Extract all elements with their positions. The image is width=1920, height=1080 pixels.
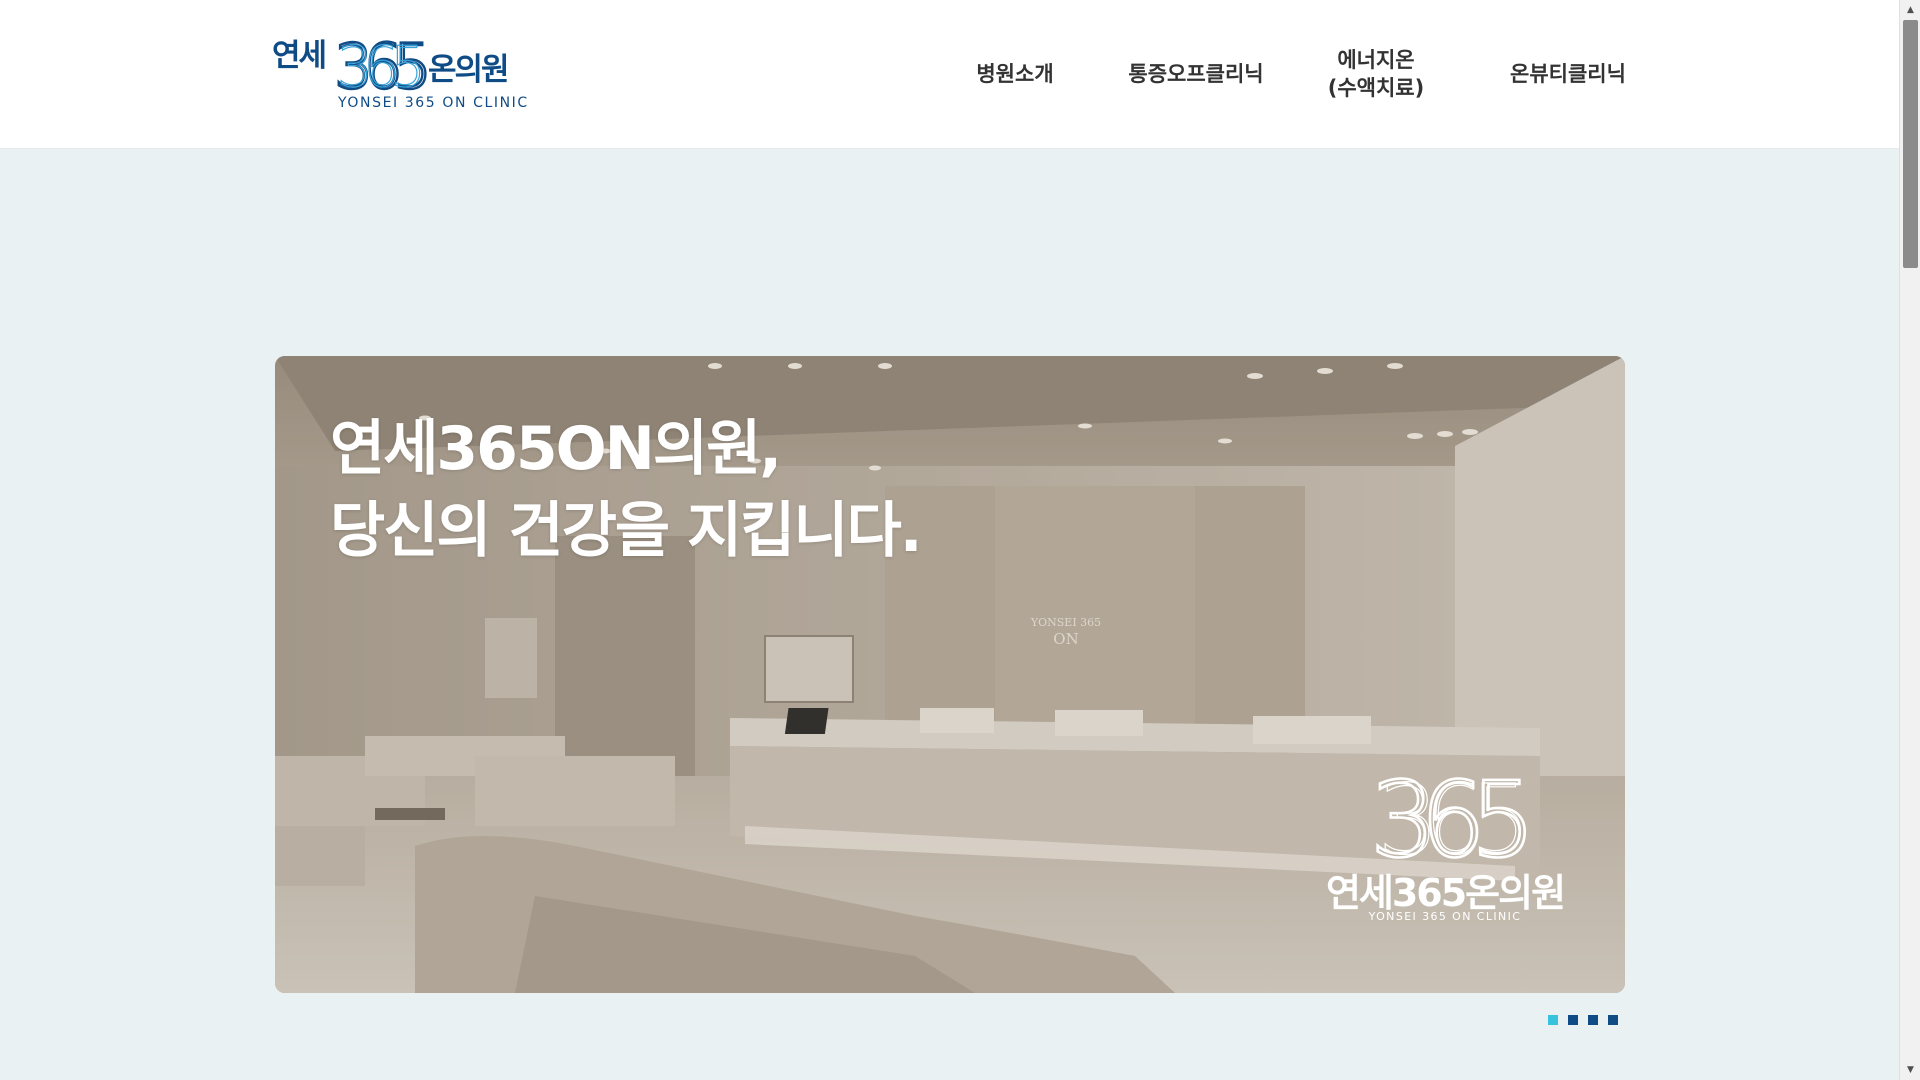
hero-brand-mark: 365 365 연세365온의원 YONSEI 365 ON CLINIC — [1315, 756, 1575, 936]
logo-english-name: YONSEI 365 ON CLINIC — [338, 95, 529, 111]
hero-brand-name: 연세365온의원 — [1325, 871, 1566, 915]
nav-item-on-beauty-clinic[interactable]: 온뷰티클리닉 — [1510, 0, 1626, 148]
logo-365-mark: 365 365 — [333, 34, 432, 94]
slider-dot-2[interactable] — [1568, 1015, 1578, 1025]
logo-text-yonsei: 연세 — [272, 38, 327, 74]
scroll-down-arrow-icon[interactable]: ▼ — [1900, 1060, 1920, 1080]
nav-item-about[interactable]: 병원소개 — [970, 0, 1060, 148]
scrollbar-thumb[interactable] — [1903, 20, 1918, 268]
nav-label: 에너지온 (수액치료) — [1327, 48, 1425, 100]
hero-headline: 연세365ON의원, 당신의 건강을 지킵니다. — [330, 408, 923, 572]
hero-slide[interactable]: YONSEI 365 ON 연세365ON의원, 당신의 건강을 지킵니다. 3… — [275, 356, 1625, 993]
logo-365-inner: 365 — [337, 35, 420, 94]
main-nav: 병원소개 통증오프클리닉 에너지온 (수액치료) 온뷰티클리닉 — [930, 0, 1630, 148]
site-header: 연세 365 365 온의원 YONSEI 365 ON CLINIC 병원소개… — [0, 0, 1899, 149]
hero-365-outline: 365 365 — [1368, 758, 1542, 866]
logo-text-onclinic: 온의원 — [428, 52, 510, 88]
nav-item-pain-off-clinic[interactable]: 통증오프클리닉 — [1122, 0, 1270, 148]
scroll-up-arrow-icon[interactable]: ▲ — [1900, 0, 1920, 20]
nav-label: 통증오프클리닉 — [1128, 62, 1264, 86]
hero-headline-line1: 연세365ON의원, — [330, 414, 782, 484]
vertical-scrollbar[interactable]: ▲ ▼ — [1899, 0, 1920, 1080]
hero-headline-line2: 당신의 건강을 지킵니다. — [330, 496, 923, 566]
slider-dot-3[interactable] — [1588, 1015, 1598, 1025]
hero-brand-english: YONSEI 365 ON CLINIC — [1368, 910, 1522, 923]
nav-label: 병원소개 — [976, 62, 1054, 86]
page: 연세 365 365 온의원 YONSEI 365 ON CLINIC 병원소개… — [0, 0, 1899, 1080]
slider-pagination — [1548, 1015, 1618, 1027]
slider-dot-1[interactable] — [1548, 1015, 1558, 1025]
nav-item-energy-on-iv[interactable]: 에너지온 (수액치료) — [1326, 0, 1426, 148]
nav-label: 온뷰티클리닉 — [1510, 62, 1626, 86]
slider-dot-4[interactable] — [1608, 1015, 1618, 1025]
clinic-logo[interactable]: 연세 365 365 온의원 YONSEI 365 ON CLINIC — [272, 34, 528, 114]
hero-365-inner: 365 — [1378, 764, 1521, 866]
